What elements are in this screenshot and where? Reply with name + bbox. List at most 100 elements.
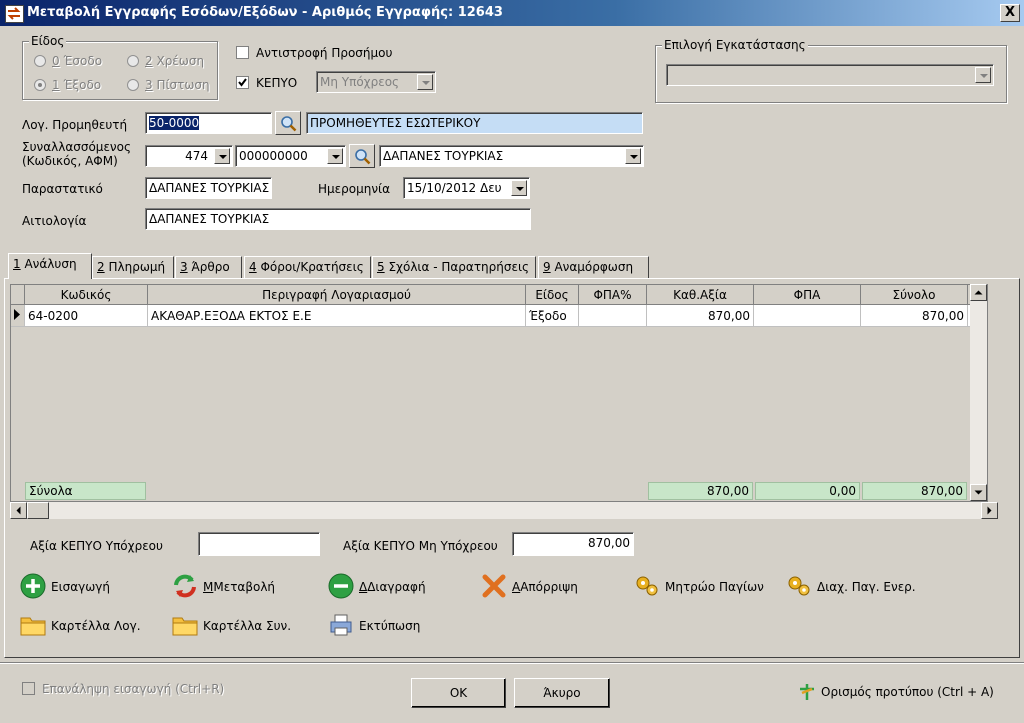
promitheftis-code-value: 50-0000 — [149, 116, 200, 130]
synallassomenos-afm-select[interactable]: 000000000 — [235, 145, 346, 167]
scroll-right-button[interactable] — [981, 502, 998, 519]
close-button[interactable]: X — [1000, 4, 1020, 22]
footer-separator — [0, 662, 1024, 664]
search-icon — [281, 116, 297, 132]
totals-synolo: 870,00 — [862, 482, 967, 500]
folder-icon — [20, 617, 46, 636]
antistrofi-checkbox[interactable] — [236, 46, 249, 59]
table-cell-fpa[interactable] — [754, 305, 861, 327]
ok-button[interactable]: ΟΚ — [411, 678, 506, 708]
col-header-kath-axia[interactable]: Καθ.Αξία — [647, 285, 754, 305]
promitheftis-search-button[interactable] — [275, 111, 301, 135]
reject-x-icon — [482, 574, 506, 598]
metavoli-button[interactable]: ΜΜεταβολή — [172, 573, 292, 601]
col-header-synolo[interactable]: Σύνολο — [861, 285, 968, 305]
kartella-log-label: Καρτέλλα Λογ. — [51, 619, 141, 633]
chevron-down-icon[interactable] — [327, 148, 343, 164]
row-indicator-header — [11, 285, 25, 305]
chevron-down-icon[interactable] — [625, 148, 641, 164]
kepyo-checkbox[interactable] — [236, 76, 249, 89]
scroll-up-button[interactable] — [970, 284, 987, 301]
aporripsi-label: ΑΑπόρριψη — [512, 580, 578, 594]
col-header-perigrafi[interactable]: Περιγραφή Λογαριασμού — [148, 285, 526, 305]
grid-horizontal-scrollbar[interactable] — [10, 502, 998, 519]
tab-analysi[interactable]: 1 Ανάλυση — [8, 253, 92, 279]
eidos-radio-2[interactable] — [127, 55, 139, 67]
search-icon — [355, 149, 371, 165]
eidos-label-3: 3 Πίστωση — [145, 78, 210, 92]
imerominia-label: Ημερομηνία — [318, 182, 391, 196]
orismos-protypou-button[interactable]: Ορισμός προτύπου (Ctrl + A) — [798, 683, 1008, 703]
ektyposi-button[interactable]: Εκτύπωση — [328, 612, 448, 640]
synallassomenos-search-button[interactable] — [349, 144, 375, 168]
table-cell-kodikos[interactable]: 64-0200 — [25, 305, 148, 327]
axia-ypoxreou-input[interactable] — [198, 532, 320, 556]
col-header-kodikos[interactable]: Κωδικός — [25, 285, 148, 305]
eidos-label-2: 2 Χρέωση — [145, 54, 205, 68]
kepyo-select-value: Μη Υπόχρεος — [320, 75, 400, 89]
scroll-down-button[interactable] — [970, 484, 987, 501]
eidos-radio-0[interactable] — [34, 55, 46, 67]
aitiologia-input[interactable]: ΔΑΠΑΝΕΣ ΤΟΥΡΚΙΑΣ — [145, 208, 531, 230]
scroll-left-button[interactable] — [10, 502, 27, 519]
table-cell-fpa-pct[interactable] — [579, 305, 647, 327]
parastatiko-input[interactable]: ΔΑΠΑΝΕΣ ΤΟΥΡΚΙΑΣ — [145, 177, 272, 199]
tab-pliromi[interactable]: 2 Πληρωμή — [92, 256, 174, 278]
totals-fpa: 0,00 — [755, 482, 860, 500]
repeat-checkbox[interactable] — [22, 682, 35, 695]
axia-mi-ypoxreou-input[interactable]: 870,00 — [512, 532, 634, 556]
col-header-fpa[interactable]: ΦΠΑ — [754, 285, 861, 305]
totals-label: Σύνολα — [25, 482, 146, 500]
synallassomenos-name-select[interactable]: ΔΑΠΑΝΕΣ ΤΟΥΡΚΙΑΣ — [379, 145, 644, 167]
grid-vertical-scrollbar[interactable] — [970, 284, 987, 501]
arrow-up-icon — [974, 290, 983, 295]
scroll-thumb[interactable] — [27, 502, 49, 519]
col-header-eidos[interactable]: Είδος — [526, 285, 579, 305]
synallassomenos-code-value: 474 — [185, 149, 208, 163]
cancel-button[interactable]: Άκυρο — [514, 678, 610, 708]
col-header-fpa-pct[interactable]: ΦΠΑ% — [579, 285, 647, 305]
imerominia-picker[interactable]: 15/10/2012 Δευ — [403, 177, 530, 199]
tab-arthro[interactable]: 3 Άρθρο — [175, 256, 242, 278]
ektyposi-label: Εκτύπωση — [359, 619, 421, 633]
printer-icon — [330, 614, 352, 636]
diax-pag-ener-button[interactable]: Διαχ. Παγ. Ενερ. — [786, 573, 936, 601]
synallassomenos-code-select[interactable]: 474 — [145, 145, 233, 167]
table-cell-synolo[interactable]: 870,00 — [861, 305, 968, 327]
synallassomenos-afm-value: 000000000 — [239, 149, 308, 163]
aporripsi-button[interactable]: ΑΑπόρριψη — [481, 573, 601, 601]
table-cell-eidos[interactable]: Έξοδο — [526, 305, 579, 327]
antistrofi-label: Αντιστροφή Προσήμου — [256, 46, 393, 60]
tab-anamorfosi[interactable]: 9 Αναμόρφωση — [538, 256, 649, 278]
kepyo-label: ΚΕΠΥΟ — [256, 76, 298, 90]
kepyo-select[interactable]: Μη Υπόχρεος — [316, 71, 436, 93]
title-bar[interactable]: Μεταβολή Εγγραφής Εσόδων/Εξόδων - Αριθμό… — [0, 0, 1024, 26]
main-window: Μεταβολή Εγγραφής Εσόδων/Εξόδων - Αριθμό… — [0, 0, 1024, 723]
axia-ypoxreou-label: Αξία ΚΕΠΥΟ Υπόχρεου — [30, 539, 163, 553]
table-cell-kath-axia[interactable]: 870,00 — [647, 305, 754, 327]
chevron-down-icon[interactable] — [417, 74, 433, 90]
eisagogi-button[interactable]: Εισαγωγή — [20, 573, 140, 601]
kartella-syn-button[interactable]: Καρτέλλα Συν. — [172, 612, 307, 640]
promitheftis-code-input[interactable]: 50-0000 — [145, 112, 272, 134]
metavoli-label: ΜΜεταβολή — [203, 580, 276, 594]
chevron-down-icon[interactable] — [511, 180, 527, 196]
eidos-radio-1[interactable] — [34, 79, 46, 91]
egkatastasi-select[interactable] — [666, 64, 994, 86]
table-cell-perigrafi[interactable]: ΑΚΑΘΑΡ.ΕΞΟΔΑ ΕΚΤΟΣ Ε.Ε — [148, 305, 526, 327]
aitiologia-label: Αιτιολογία — [22, 214, 87, 228]
parastatiko-label: Παραστατικό — [22, 182, 103, 196]
eidos-label-1: 1 Έξοδο — [52, 78, 102, 92]
mitroo-pagion-button[interactable]: Μητρώο Παγίων — [634, 573, 774, 601]
chevron-down-icon[interactable] — [214, 148, 230, 164]
chevron-down-icon[interactable] — [975, 67, 991, 83]
eidos-radio-3[interactable] — [127, 79, 139, 91]
diagrafi-button[interactable]: ΔΔιαγραφή — [328, 573, 448, 601]
tab-foroi[interactable]: 4 Φόροι/Κρατήσεις — [244, 256, 371, 278]
folder-icon — [172, 617, 198, 636]
kartella-log-button[interactable]: Καρτέλλα Λογ. — [20, 612, 155, 640]
row-pointer-icon — [14, 309, 20, 320]
window-title: Μεταβολή Εγγραφής Εσόδων/Εξόδων - Αριθμό… — [27, 5, 503, 20]
pin-icon — [800, 684, 814, 700]
tab-sxolia[interactable]: 5 Σχόλια - Παρατηρήσεις — [372, 256, 536, 278]
